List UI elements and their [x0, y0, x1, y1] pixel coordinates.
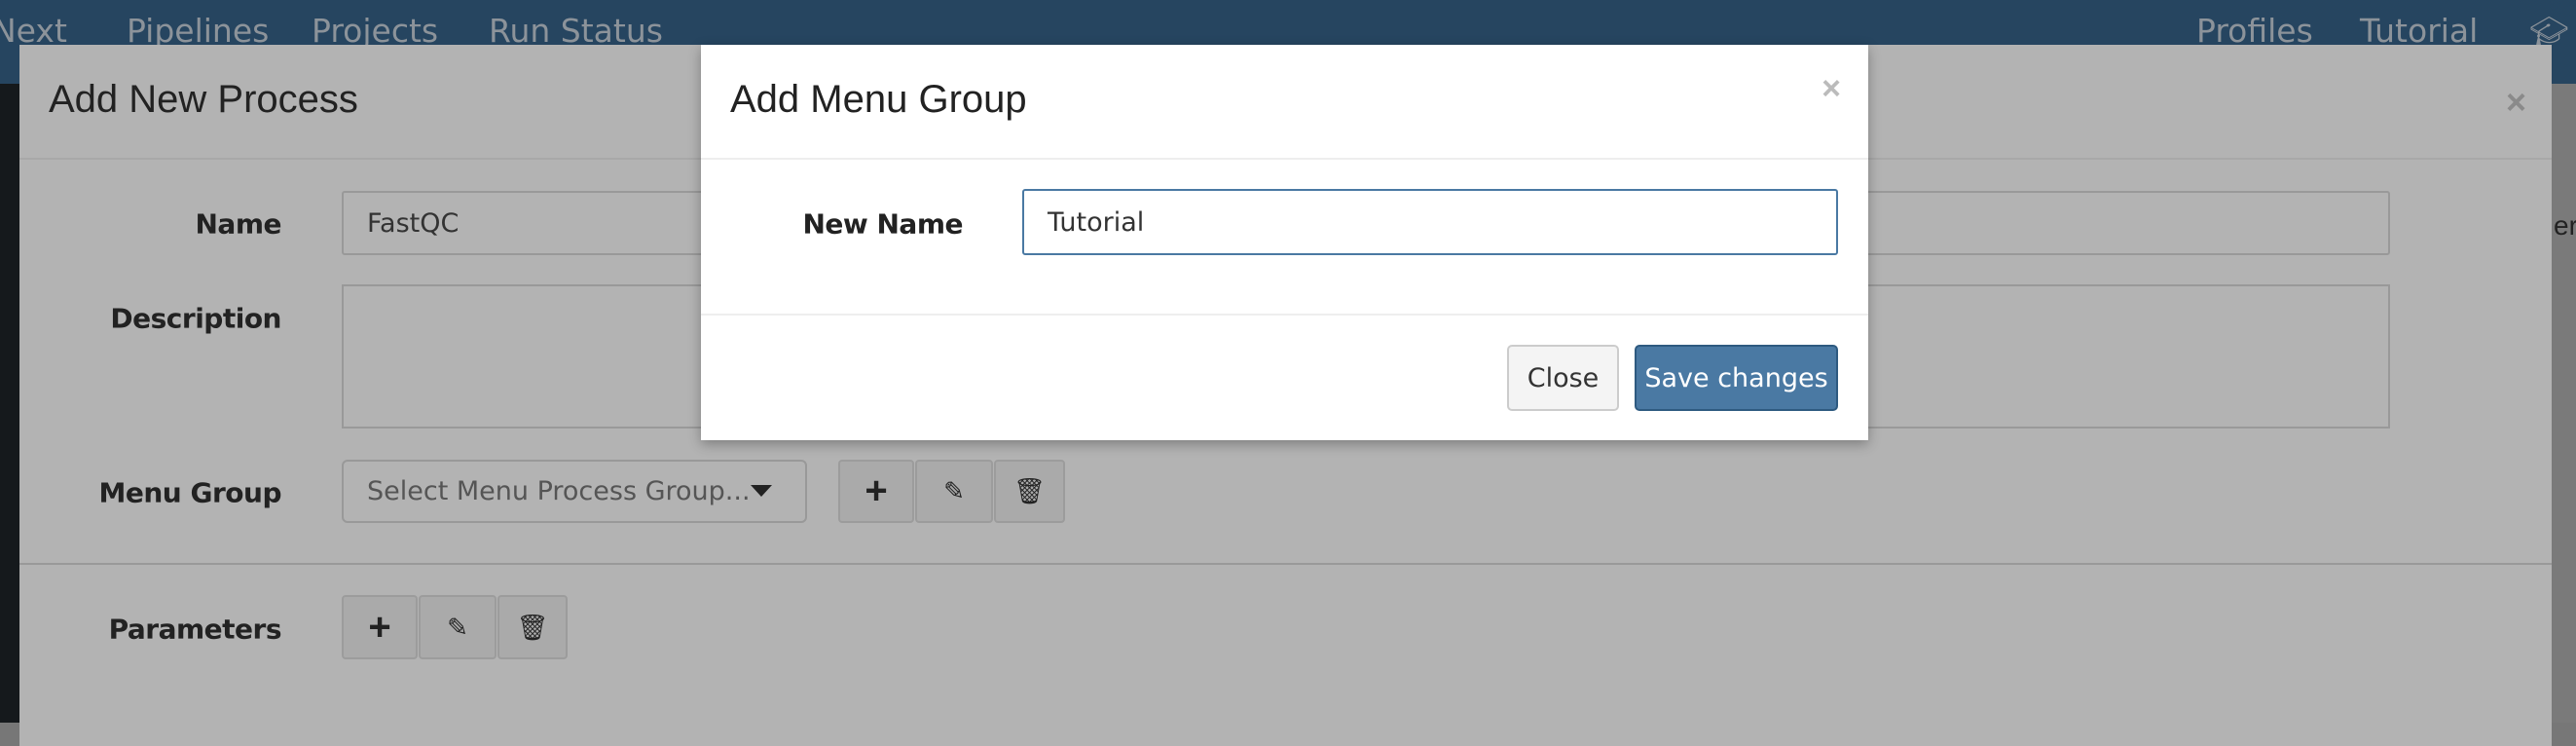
close-icon[interactable]: × — [1822, 70, 1841, 108]
edit-icon: ✎ — [943, 476, 965, 505]
divider — [701, 158, 1868, 160]
divider — [701, 314, 1868, 316]
edit-icon: ✎ — [447, 612, 468, 642]
sidebar — [0, 84, 19, 723]
edit-parameter-button[interactable]: ✎ — [419, 595, 497, 659]
delete-menu-group-button[interactable]: 🗑︎ — [994, 460, 1065, 523]
plus-icon: + — [865, 469, 888, 512]
add-menu-group-button[interactable]: + — [838, 460, 914, 523]
save-changes-button[interactable]: Save changes — [1635, 345, 1838, 411]
trash-icon: 🗑︎ — [516, 612, 549, 642]
background-text: erv — [2554, 210, 2576, 241]
add-parameter-button[interactable]: + — [342, 595, 418, 659]
name-label: Name — [195, 207, 282, 241]
edit-menu-group-button[interactable]: ✎ — [915, 460, 993, 523]
select-placeholder: Select Menu Process Group... — [367, 476, 751, 506]
new-name-input[interactable]: Tutorial — [1022, 189, 1838, 255]
modal-title: Add Menu Group — [730, 78, 1027, 121]
trash-icon: 🗑︎ — [1012, 476, 1046, 505]
plus-icon: + — [368, 605, 391, 649]
divider — [19, 563, 2552, 565]
delete-parameter-button[interactable]: 🗑︎ — [497, 595, 568, 659]
caret-down-icon — [751, 485, 772, 497]
menu-group-label: Menu Group — [98, 476, 282, 509]
description-label: Description — [110, 302, 281, 335]
close-button[interactable]: Close — [1507, 345, 1619, 411]
add-menu-group-modal: Add Menu Group × New Name Tutorial Close… — [701, 45, 1868, 440]
new-name-label: New Name — [802, 207, 963, 241]
menu-group-select[interactable]: Select Menu Process Group... — [342, 460, 807, 523]
parameters-label: Parameters — [108, 613, 282, 646]
modal-title: Add New Process — [49, 78, 358, 121]
close-icon[interactable]: × — [2506, 82, 2526, 123]
background-panel: erv — [2552, 84, 2576, 723]
